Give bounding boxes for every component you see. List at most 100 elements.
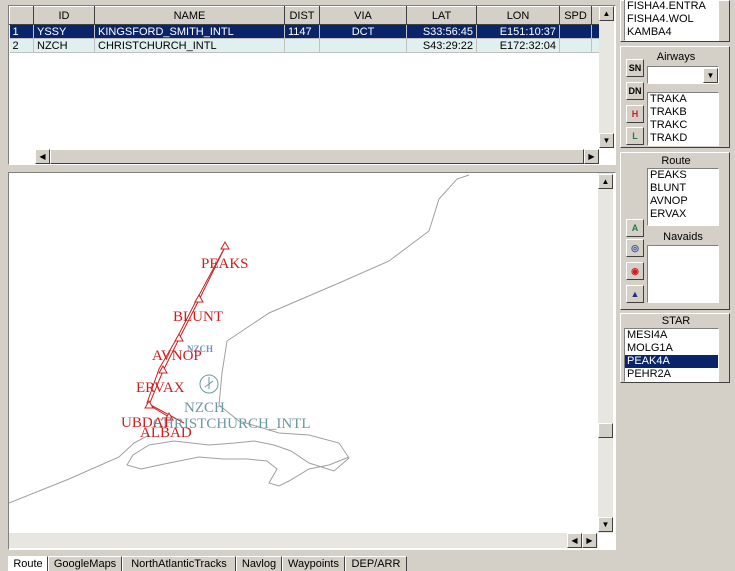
cell-lat[interactable]: S43:29:22 bbox=[406, 38, 477, 53]
tab-waypoints[interactable]: Waypoints bbox=[282, 556, 345, 571]
cell-spd[interactable] bbox=[559, 24, 592, 39]
airways-panel: Airways SN ▼ DN H L TRAKA TRAKB TRAKC TR… bbox=[620, 46, 730, 148]
navaids-label: Navaids bbox=[663, 231, 703, 243]
waypoint-marker bbox=[174, 332, 184, 342]
star-list[interactable]: MESI4A MOLG1A PEAK4A PEHR2A bbox=[624, 328, 719, 382]
column-header-via[interactable]: VIA bbox=[319, 6, 407, 25]
list-item[interactable]: FISHA4.ENTRA bbox=[625, 0, 718, 13]
waypoint-marker bbox=[220, 240, 230, 250]
route-panel: Route PEAKS BLUNT AVNOP ERVAX A Navaids … bbox=[620, 152, 730, 310]
airways-dropdown[interactable]: ▼ bbox=[647, 66, 719, 84]
navaids-list[interactable] bbox=[647, 245, 719, 303]
l-button[interactable]: L bbox=[626, 127, 644, 145]
airways-list[interactable]: TRAKA TRAKB TRAKC TRAKD bbox=[647, 92, 719, 146]
row-number-header bbox=[9, 6, 34, 25]
scroll-right-arrow-icon[interactable]: ▶ bbox=[582, 533, 597, 548]
cell-id[interactable]: YSSY bbox=[33, 24, 95, 39]
column-header-id[interactable]: ID bbox=[33, 6, 95, 25]
cell-id[interactable]: NZCH bbox=[33, 38, 95, 53]
scroll-up-arrow-icon[interactable]: ▲ bbox=[599, 6, 614, 21]
tab-navlog[interactable]: Navlog bbox=[236, 556, 282, 571]
scroll-right-arrow-icon[interactable]: ▶ bbox=[584, 149, 599, 164]
list-item[interactable]: TRAKB bbox=[648, 106, 718, 119]
flight-plan-grid[interactable]: ID NAME DIST VIA LAT LON SPD 1 YSSY KING… bbox=[8, 5, 616, 165]
waypoint-label-peaks: PEAKS bbox=[201, 256, 249, 272]
tab-route[interactable]: Route bbox=[8, 556, 48, 571]
scroll-left-arrow-icon[interactable]: ◀ bbox=[35, 149, 50, 164]
list-item[interactable]: ERVAX bbox=[648, 208, 718, 221]
table-row[interactable]: 2 NZCH CHRISTCHURCH_INTL S43:29:22 E172:… bbox=[9, 38, 612, 53]
waypoint-label-ervax: ERVAX bbox=[136, 380, 185, 396]
table-row[interactable]: 1 YSSY KINGSFORD_SMITH_INTL 1147 DCT S33… bbox=[9, 24, 612, 39]
tab-dep-arr[interactable]: DEP/ARR bbox=[345, 556, 407, 571]
row-number: 2 bbox=[9, 38, 34, 53]
procedure-list[interactable]: FISHA4.ENTRA FISHA4.WOL KAMBA4 bbox=[624, 0, 719, 41]
grid-header-row: ID NAME DIST VIA LAT LON SPD bbox=[9, 6, 612, 25]
cell-lon[interactable]: E151:10:37 bbox=[476, 24, 560, 39]
list-item[interactable]: TRAKD bbox=[648, 132, 718, 145]
column-header-dist[interactable]: DIST bbox=[284, 6, 320, 25]
scroll-up-arrow-icon[interactable]: ▲ bbox=[598, 174, 613, 189]
list-item[interactable]: PEAKS bbox=[648, 169, 718, 182]
column-header-spd[interactable]: SPD bbox=[559, 6, 592, 25]
waypoint-label-albad: ALBAD bbox=[140, 425, 192, 441]
cell-lon[interactable]: E172:32:04 bbox=[476, 38, 560, 53]
waypoint-marker bbox=[194, 293, 204, 303]
route-line-segment bbox=[146, 246, 226, 424]
star-panel: STAR MESI4A MOLG1A PEAK4A PEHR2A bbox=[620, 313, 730, 383]
list-item[interactable]: TRAKC bbox=[648, 119, 718, 132]
cell-name[interactable]: CHRISTCHURCH_INTL bbox=[94, 38, 285, 53]
waypoint-label-blunt: BLUNT bbox=[173, 309, 223, 325]
coastline-west bbox=[9, 434, 150, 504]
vor-icon[interactable]: ◎ bbox=[626, 239, 644, 257]
cell-dist[interactable] bbox=[284, 38, 320, 53]
tab-googlemaps[interactable]: GoogleMaps bbox=[48, 556, 122, 571]
scroll-down-arrow-icon[interactable]: ▼ bbox=[598, 517, 613, 532]
cell-name[interactable]: KINGSFORD_SMITH_INTL bbox=[94, 24, 285, 39]
airport-code-label: NZCH bbox=[184, 400, 225, 416]
star-label: STAR bbox=[661, 315, 691, 327]
tab-northatlantictracks[interactable]: NorthAtlanticTracks bbox=[122, 556, 236, 571]
waypoint-marker bbox=[144, 399, 154, 409]
grid-horizontal-scrollbar[interactable]: ◀ ▶ bbox=[35, 149, 599, 164]
cell-spd[interactable] bbox=[559, 38, 592, 53]
route-label: Route bbox=[661, 155, 691, 167]
cell-lat[interactable]: S33:56:45 bbox=[406, 24, 477, 39]
route-list[interactable]: PEAKS BLUNT AVNOP ERVAX bbox=[647, 168, 719, 226]
grid-vertical-scrollbar[interactable]: ▲ ▼ bbox=[599, 6, 614, 148]
flight-plan-table: ID NAME DIST VIA LAT LON SPD 1 YSSY KING… bbox=[9, 6, 612, 53]
ndb-icon[interactable]: ◉ bbox=[626, 262, 644, 280]
column-header-lon[interactable]: LON bbox=[476, 6, 560, 25]
list-item-selected[interactable]: PEAK4A bbox=[625, 355, 718, 368]
dn-button[interactable]: DN bbox=[626, 82, 644, 100]
waypoint-label-avnop: AVNOP bbox=[152, 348, 202, 364]
sn-button[interactable]: SN bbox=[626, 59, 644, 77]
map-horizontal-scrollbar[interactable]: ◀ ▶ bbox=[9, 533, 598, 548]
map-vertical-scrollbar[interactable]: ▲ ▼ bbox=[598, 173, 613, 533]
h-button[interactable]: H bbox=[626, 105, 644, 123]
route-map[interactable]: PEAKS BLUNT NZCH AVNOP ERVAX NZCH CHRIST… bbox=[8, 172, 616, 550]
scroll-down-arrow-icon[interactable]: ▼ bbox=[599, 133, 614, 148]
procedure-panel: FISHA4.ENTRA FISHA4.WOL KAMBA4 bbox=[620, 0, 730, 42]
column-header-name[interactable]: NAME bbox=[94, 6, 285, 25]
cell-dist[interactable]: 1147 bbox=[284, 24, 320, 39]
cell-via[interactable]: DCT bbox=[319, 24, 407, 39]
list-item[interactable]: PEHR2A bbox=[625, 368, 718, 381]
scroll-thumb[interactable] bbox=[598, 423, 613, 438]
triangle-icon[interactable]: ▲ bbox=[626, 285, 644, 303]
scroll-left-arrow-icon[interactable]: ◀ bbox=[567, 533, 582, 548]
a-button[interactable]: A bbox=[626, 219, 644, 237]
row-number: 1 bbox=[9, 24, 34, 39]
list-item[interactable]: MESI4A bbox=[625, 329, 718, 342]
map-canvas: PEAKS BLUNT NZCH AVNOP ERVAX NZCH CHRIST… bbox=[9, 174, 470, 504]
list-item[interactable]: FISHA4.WOL bbox=[625, 13, 718, 26]
list-item[interactable]: MOLG1A bbox=[625, 342, 718, 355]
list-item[interactable]: BLUNT bbox=[648, 182, 718, 195]
column-header-lat[interactable]: LAT bbox=[406, 6, 477, 25]
list-item[interactable]: AVNOP bbox=[648, 195, 718, 208]
scroll-thumb[interactable] bbox=[50, 149, 584, 164]
cell-via[interactable] bbox=[319, 38, 407, 53]
list-item[interactable]: TRAKA bbox=[648, 93, 718, 106]
list-item[interactable]: KAMBA4 bbox=[625, 26, 718, 39]
chevron-down-icon[interactable]: ▼ bbox=[703, 68, 718, 83]
